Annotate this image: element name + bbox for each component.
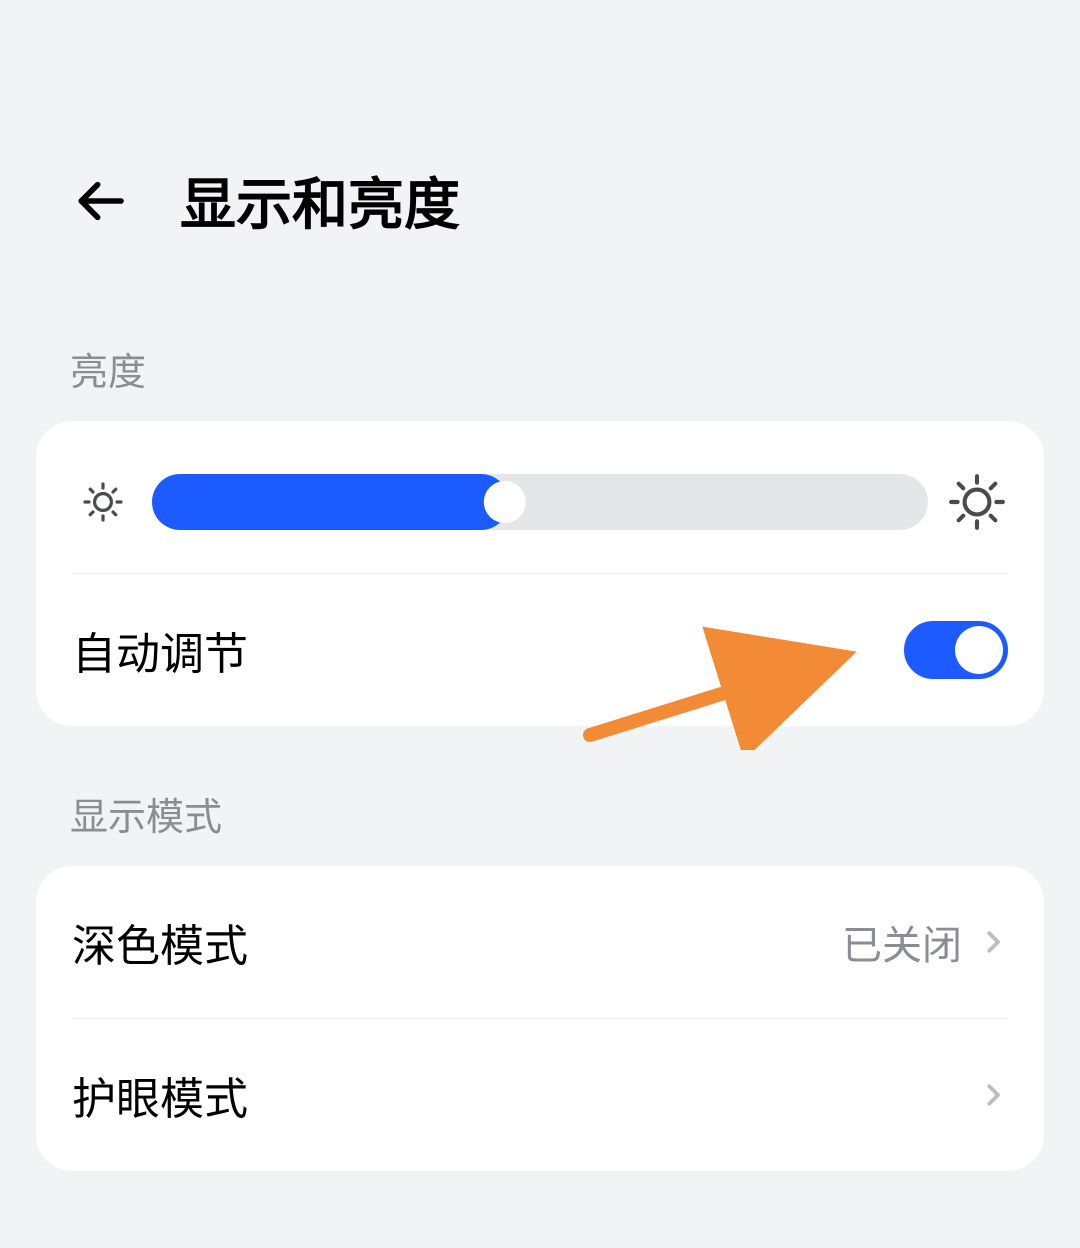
auto-adjust-toggle[interactable]	[904, 621, 1008, 679]
back-icon[interactable]	[70, 171, 130, 231]
section-label-brightness: 亮度	[0, 281, 1080, 421]
eye-care-row[interactable]: 护眼模式	[36, 1019, 1044, 1171]
chevron-right-icon	[978, 1080, 1008, 1110]
row-right-group	[962, 1080, 1008, 1110]
toggle-knob	[955, 626, 1003, 674]
sun-low-icon	[72, 471, 134, 533]
brightness-slider-row	[36, 421, 1044, 573]
display-mode-card: 深色模式 已关闭 护眼模式	[36, 866, 1044, 1171]
chevron-right-icon	[978, 927, 1008, 957]
auto-adjust-label: 自动调节	[72, 618, 248, 682]
dark-mode-row[interactable]: 深色模式 已关闭	[36, 866, 1044, 1018]
row-right-group: 已关闭	[842, 913, 1008, 971]
dark-mode-value: 已关闭	[842, 913, 962, 971]
auto-adjust-row: 自动调节	[36, 574, 1044, 726]
sun-high-icon	[946, 471, 1008, 533]
eye-care-label: 护眼模式	[72, 1063, 248, 1127]
brightness-slider-thumb[interactable]	[484, 481, 526, 523]
page-header: 显示和亮度	[0, 0, 1080, 281]
brightness-slider-fill	[152, 474, 509, 530]
page-title: 显示和亮度	[180, 160, 460, 241]
dark-mode-label: 深色模式	[72, 910, 248, 974]
brightness-card: 自动调节	[36, 421, 1044, 726]
section-label-display-mode: 显示模式	[0, 726, 1080, 866]
brightness-slider[interactable]	[152, 474, 928, 530]
